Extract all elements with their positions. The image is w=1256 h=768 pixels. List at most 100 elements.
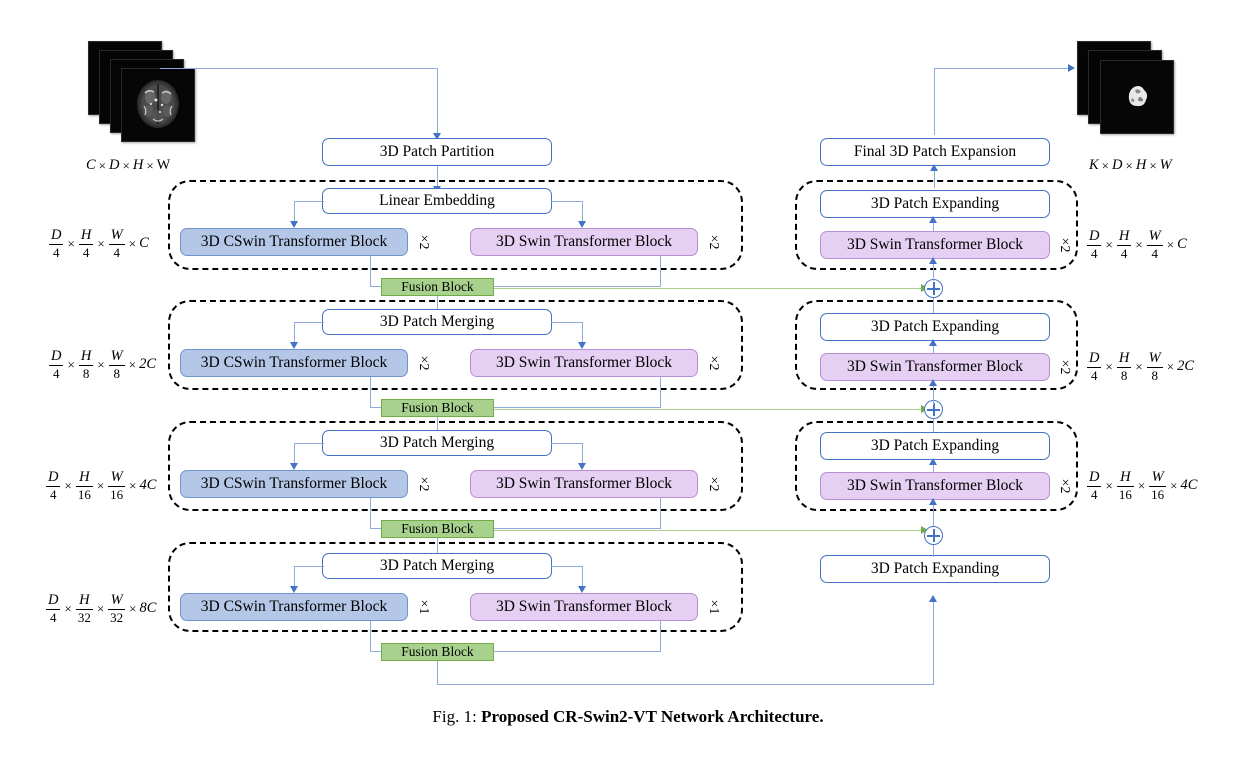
dim-den: 4	[1090, 245, 1098, 261]
stage3-branch-right-h	[551, 443, 583, 445]
input-dimension-label: C × D × H × W	[86, 157, 171, 173]
dim-num: H	[79, 592, 90, 608]
encoder-stage-3-dimension-label: D4 × H 16 × W 16 × 4C	[46, 469, 157, 502]
block-3d-cswin-transformer-stage-4[interactable]: 3D CSwin Transformer Block	[180, 593, 408, 621]
dim-den: 4	[52, 244, 60, 260]
block-3d-patch-expanding-stage-3[interactable]: 3D Patch Expanding	[820, 432, 1050, 460]
cswin-repeat-multiplier-stage-2: ×2	[416, 355, 431, 371]
stage2-swin-to-fusion-v	[660, 377, 662, 408]
block-3d-swin-transformer-stage-3[interactable]: 3D Swin Transformer Block	[470, 470, 698, 498]
cswin-repeat-multiplier-stage-3: ×2	[416, 476, 431, 492]
dim-den: 16	[1151, 486, 1165, 502]
output-connector-horizontal	[934, 68, 1069, 70]
dim-den: 16	[1118, 486, 1132, 502]
block-3d-patch-expanding-stage-2[interactable]: 3D Patch Expanding	[820, 313, 1050, 341]
block-label: 3D CSwin Transformer Block	[200, 475, 388, 492]
block-label: 3D Patch Expanding	[870, 560, 1000, 577]
oplus2-to-dec2-arrow	[929, 379, 937, 386]
input-connector-vertical	[437, 68, 439, 135]
block-decoder-3d-swin-transformer-stage-1[interactable]: 3D Swin Transformer Block	[820, 231, 1050, 259]
dim-den: 4	[49, 486, 57, 502]
dim-den: 16	[77, 486, 91, 502]
stage2-branch-left-h	[294, 322, 324, 324]
decoder-stage-3-dimension-label: D4 × H 16 × W 16 × 4C	[1087, 469, 1198, 502]
block-fusion-stage-3[interactable]: Fusion Block	[381, 520, 494, 538]
stage1-cswin-to-fusion-v	[370, 256, 372, 287]
stage1-branch-right-arrow	[578, 221, 586, 228]
stage3-branch-right-v	[582, 443, 584, 465]
block-label: 3D Swin Transformer Block	[495, 354, 673, 371]
brain-mri-image	[129, 75, 187, 133]
block-3d-cswin-transformer-stage-2[interactable]: 3D CSwin Transformer Block	[180, 349, 408, 377]
swin-repeat-multiplier-stage-3: ×2	[706, 476, 721, 492]
block-3d-swin-transformer-stage-2[interactable]: 3D Swin Transformer Block	[470, 349, 698, 377]
stage3-branch-left-arrow	[290, 463, 298, 470]
skip-add-node-3	[924, 526, 943, 545]
dim-num: D	[48, 592, 59, 608]
block-3d-cswin-transformer-stage-3[interactable]: 3D CSwin Transformer Block	[180, 470, 408, 498]
output-slice-3	[1100, 60, 1174, 134]
dim-num: D	[1089, 469, 1100, 485]
figure-container: C × D × H × W K × D × H × W 3D Patch Partitio	[0, 0, 1256, 768]
dim-den: 8	[82, 365, 90, 381]
dim-num: H	[80, 348, 92, 364]
skip-connection-stage-3	[494, 530, 923, 532]
decoder-stage-2-dimension-label: D4 × H8 × W8 × 2C	[1087, 350, 1195, 383]
block-3d-cswin-transformer-stage-1[interactable]: 3D CSwin Transformer Block	[180, 228, 408, 256]
block-decoder-3d-swin-transformer-stage-3[interactable]: 3D Swin Transformer Block	[820, 472, 1050, 500]
oplus3-to-dec3-arrow	[929, 498, 937, 505]
dim-num: D	[1089, 228, 1100, 244]
dim-channels: 2C	[1177, 358, 1195, 375]
dim-num: W	[110, 592, 123, 608]
dim-den: 8	[1120, 367, 1128, 383]
block-decoder-3d-swin-transformer-stage-2[interactable]: 3D Swin Transformer Block	[820, 353, 1050, 381]
block-fusion-stage-4[interactable]: Fusion Block	[381, 643, 494, 661]
block-label: Final 3D Patch Expansion	[853, 143, 1017, 160]
block-3d-patch-merging-stage-4[interactable]: 3D Patch Merging	[322, 553, 552, 579]
stage1-branch-left-v	[294, 201, 296, 223]
stage2-branch-right-v	[582, 322, 584, 344]
output-dimension-label: K × D × H × W	[1089, 157, 1172, 173]
block-label: 3D Patch Expanding	[870, 437, 1000, 454]
block-3d-patch-expanding-stage-4[interactable]: 3D Patch Expanding	[820, 555, 1050, 583]
stage4-branch-left-h	[294, 566, 324, 568]
figure-caption: Fig. 1: Proposed CR-Swin2-VT Network Arc…	[0, 707, 1256, 727]
block-3d-patch-partition[interactable]: 3D Patch Partition	[322, 138, 552, 166]
block-3d-patch-merging-stage-2[interactable]: 3D Patch Merging	[322, 309, 552, 335]
stage4-branch-left-v	[294, 566, 296, 588]
skip-add-node-1	[924, 279, 943, 298]
stage4-branch-left-arrow	[290, 586, 298, 593]
encoder-stage-1-dimension-label: D4 × H4 × W4 × C	[49, 227, 149, 260]
stage4-branch-right-arrow	[578, 586, 586, 593]
block-3d-swin-transformer-stage-1[interactable]: 3D Swin Transformer Block	[470, 228, 698, 256]
stage3-cswin-to-fusion-v	[370, 498, 372, 529]
dim-den: 4	[1120, 245, 1128, 261]
cswin-repeat-multiplier-stage-4: ×1	[416, 599, 431, 615]
stage4-branch-right-v	[582, 566, 584, 588]
dim-den: 32	[77, 609, 91, 625]
dim-num: W	[1151, 469, 1164, 485]
encoder-stage-4-dimension-label: D4 × H 32 × W 32 × 8C	[46, 592, 157, 625]
skip-connection-stage-1	[494, 288, 923, 290]
block-3d-patch-merging-stage-3[interactable]: 3D Patch Merging	[322, 430, 552, 456]
block-3d-swin-transformer-stage-4[interactable]: 3D Swin Transformer Block	[470, 593, 698, 621]
block-linear-embedding[interactable]: Linear Embedding	[322, 188, 552, 214]
input-slice-4	[121, 68, 195, 142]
dim-den: 4	[1090, 367, 1098, 383]
bottleneck-across-line	[437, 684, 934, 686]
block-label: Fusion Block	[401, 279, 474, 294]
block-fusion-stage-2[interactable]: Fusion Block	[381, 399, 494, 417]
block-label: 3D Patch Merging	[379, 434, 495, 451]
dim-channels: 2C	[139, 356, 157, 373]
block-3d-patch-expanding-stage-1[interactable]: 3D Patch Expanding	[820, 190, 1050, 218]
dim-den: 8	[1151, 367, 1158, 383]
block-fusion-stage-1[interactable]: Fusion Block	[381, 278, 494, 296]
dim-num: D	[1089, 350, 1100, 366]
stage1-branch-right-h	[551, 201, 583, 203]
dim-den: 16	[110, 486, 124, 502]
dim-num: W	[110, 227, 123, 243]
block-final-3d-patch-expansion[interactable]: Final 3D Patch Expansion	[820, 138, 1050, 166]
stage1-branch-left-arrow	[290, 221, 298, 228]
decoder-swin-repeat-multiplier-stage-3: ×2	[1057, 478, 1072, 494]
dim-channels: 8C	[139, 600, 157, 617]
